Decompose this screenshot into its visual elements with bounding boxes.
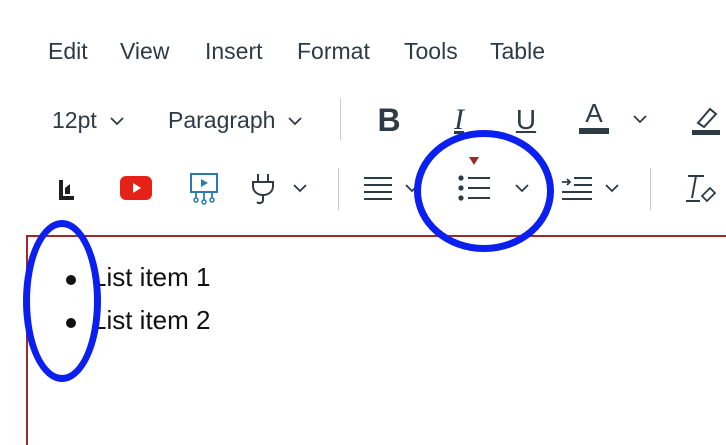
- toolbar-separator: [650, 168, 651, 210]
- font-size-value: 12pt: [52, 107, 97, 133]
- color-swatch: [579, 128, 609, 134]
- chevron-down-icon[interactable]: [404, 180, 420, 196]
- indent-icon[interactable]: [562, 176, 592, 202]
- italic-button[interactable]: I: [444, 100, 474, 140]
- underline-icon: U: [515, 104, 537, 135]
- italic-icon: I: [454, 103, 464, 136]
- lti-apps-icon[interactable]: [56, 176, 78, 202]
- chevron-down-icon[interactable]: [604, 180, 620, 196]
- media-icon[interactable]: [188, 172, 220, 206]
- list-bullet: [66, 275, 76, 285]
- menu-format[interactable]: Format: [297, 38, 370, 65]
- chevron-down-icon[interactable]: [514, 180, 530, 196]
- active-indicator-icon: [469, 157, 479, 165]
- menu-edit[interactable]: Edit: [48, 38, 88, 65]
- bulleted-list-icon[interactable]: [458, 174, 490, 202]
- menu-view[interactable]: View: [120, 38, 169, 65]
- chevron-down-icon[interactable]: [292, 180, 308, 196]
- text-color-button[interactable]: A: [578, 97, 610, 137]
- chevron-down-icon: [110, 116, 124, 125]
- menu-insert[interactable]: Insert: [205, 38, 263, 65]
- list-item[interactable]: List item 2: [92, 305, 211, 336]
- toolbar-separator: [338, 168, 339, 210]
- toolbar-row-2: [0, 157, 726, 216]
- plugin-icon[interactable]: [250, 172, 276, 206]
- bold-icon: B: [377, 101, 401, 138]
- chevron-down-icon[interactable]: [632, 111, 648, 127]
- menu-table[interactable]: Table: [490, 38, 545, 65]
- clear-formatting-icon[interactable]: [684, 174, 716, 204]
- font-size-dropdown[interactable]: 12pt: [52, 107, 125, 134]
- block-format-value: Paragraph: [168, 107, 276, 133]
- bold-button[interactable]: B: [372, 100, 406, 140]
- align-icon[interactable]: [364, 176, 394, 202]
- menu-tools[interactable]: Tools: [404, 38, 458, 65]
- list-bullet: [66, 318, 76, 328]
- toolbar-separator: [340, 98, 341, 140]
- chevron-down-icon: [288, 116, 303, 125]
- list-item[interactable]: List item 1: [92, 262, 211, 293]
- toolbar-row-1: 12pt Paragraph B I U A: [0, 95, 726, 145]
- underline-button[interactable]: U: [510, 100, 542, 140]
- highlight-icon[interactable]: [690, 103, 720, 135]
- block-format-dropdown[interactable]: Paragraph: [168, 107, 303, 134]
- youtube-icon[interactable]: [120, 176, 152, 200]
- text-color-icon: A: [585, 98, 603, 128]
